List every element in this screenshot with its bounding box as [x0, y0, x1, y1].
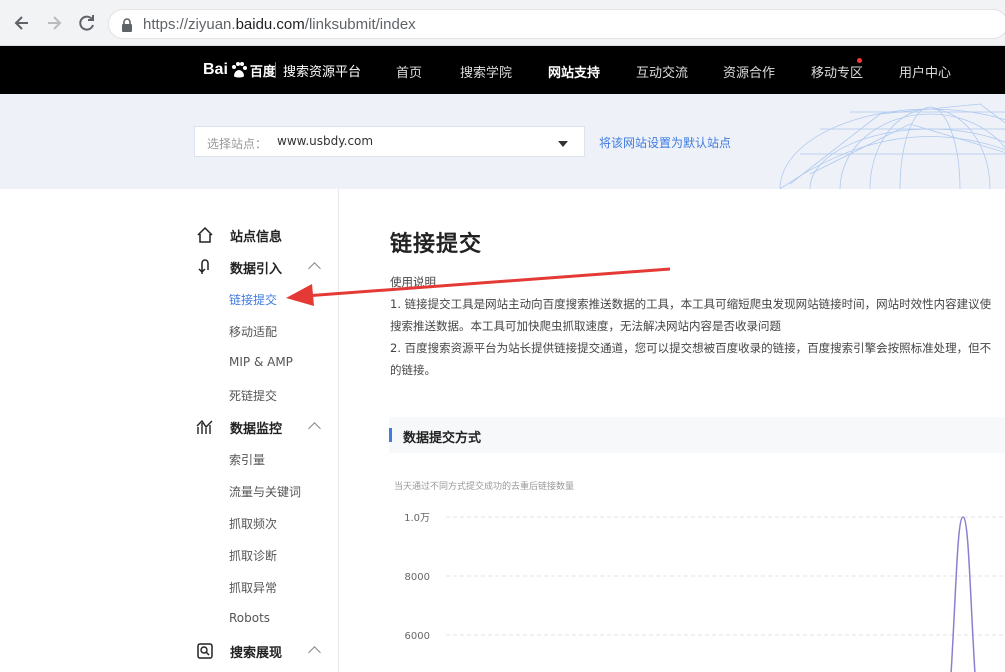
monitor-icon	[196, 419, 213, 434]
usage-line: 搜索推送数据。本工具可加快爬虫抓取速度，无法解决网站内容是否收录问题	[390, 319, 781, 333]
notification-dot	[857, 58, 862, 63]
panel-title: 数据提交方式	[403, 431, 482, 446]
baidu-logo[interactable]: Bai 百度	[203, 59, 276, 81]
sidebar-item-crawl-frequency[interactable]: 抓取频次	[229, 515, 277, 532]
y-tick-label: 6000	[405, 631, 430, 642]
chevron-up-icon[interactable]	[308, 262, 321, 275]
browser-toolbar: https://ziyuan.baidu.com/linksubmit/inde…	[0, 0, 1005, 46]
platform-title: 搜索资源平台	[283, 65, 362, 80]
top-navigation: Bai 百度 搜索资源平台 首页 搜索学院 网站支持 互动交流 资源合作 移动专…	[0, 46, 1005, 94]
set-default-site-link[interactable]: 将该网站设置为默认站点	[599, 134, 731, 151]
nav-user-center[interactable]: 用户中心	[899, 62, 951, 81]
address-bar[interactable]: https://ziyuan.baidu.com/linksubmit/inde…	[108, 9, 1005, 39]
submission-chart: 1.0万 8000 6000	[404, 513, 1005, 672]
y-tick-label: 8000	[405, 572, 430, 583]
search-display-icon	[197, 643, 213, 659]
sidebar-section-data-monitor[interactable]: 数据监控	[196, 416, 326, 438]
reload-icon[interactable]	[77, 13, 97, 33]
globe-decoration	[779, 103, 1005, 189]
paw-icon	[231, 62, 247, 78]
chevron-up-icon[interactable]	[308, 646, 321, 659]
home-icon	[197, 226, 213, 243]
nav-site-support[interactable]: 网站支持	[548, 62, 600, 81]
nav-interaction[interactable]: 互动交流	[636, 62, 688, 81]
usage-line: 的链接。	[390, 363, 436, 377]
data-import-icon	[198, 259, 209, 274]
sidebar-section-search-display[interactable]: 搜索展现	[196, 640, 326, 662]
sidebar-item-link-submit[interactable]: 链接提交	[229, 291, 277, 308]
url-text: https://ziyuan.baidu.com/linksubmit/inde…	[143, 16, 416, 33]
site-selector-band: 选择站点： www.usbdy.com 将该网站设置为默认站点	[0, 94, 1005, 189]
sidebar-item-mobile-adapt[interactable]: 移动适配	[229, 323, 277, 340]
sidebar-item-index-volume[interactable]: 索引量	[229, 451, 265, 468]
site-select[interactable]: 选择站点： www.usbdy.com	[194, 126, 585, 157]
sidebar-item-robots[interactable]: Robots	[229, 611, 270, 625]
usage-instructions: 使用说明 1. 链接提交工具是网站主动向百度搜索推送数据的工具，本工具可缩短爬虫…	[390, 271, 991, 381]
y-tick-label: 1.0万	[404, 513, 430, 524]
submission-methods-panel-header: 数据提交方式	[389, 417, 1005, 453]
chart-caption: 当天通过不同方式提交成功的去重后链接数量	[394, 482, 575, 492]
sidebar-item-crawl-errors[interactable]: 抓取异常	[229, 579, 277, 596]
sidebar-item-mip-amp[interactable]: MIP & AMP	[229, 355, 293, 369]
panel-accent-bar	[389, 428, 392, 442]
sidebar-item-traffic-keywords[interactable]: 流量与关键词	[229, 483, 301, 500]
brand-divider	[275, 62, 276, 78]
nav-mobile-zone[interactable]: 移动专区	[811, 62, 863, 81]
chart-series-line	[950, 516, 976, 672]
usage-heading: 使用说明	[390, 275, 436, 289]
back-icon[interactable]	[12, 13, 32, 33]
sidebar-section-site-info[interactable]: 站点信息	[196, 224, 326, 246]
page-title: 链接提交	[390, 232, 483, 257]
nav-search-academy[interactable]: 搜索学院	[460, 62, 512, 81]
nav-resource-cooperation[interactable]: 资源合作	[723, 62, 775, 81]
chevron-up-icon[interactable]	[308, 422, 321, 435]
usage-line: 2. 百度搜索资源平台为站长提供链接提交通道，您可以提交想被百度收录的链接，百度…	[390, 341, 992, 355]
caret-down-icon	[558, 141, 568, 147]
site-select-value: www.usbdy.com	[277, 134, 374, 148]
sidebar-section-data-import[interactable]: 数据引入	[196, 256, 326, 278]
forward-icon[interactable]	[44, 13, 64, 33]
lock-icon	[122, 18, 132, 32]
sidebar-item-crawl-diagnosis[interactable]: 抓取诊断	[229, 547, 277, 564]
site-select-label: 选择站点：	[207, 137, 268, 151]
usage-line: 1. 链接提交工具是网站主动向百度搜索推送数据的工具，本工具可缩短爬虫发现网站链…	[390, 297, 992, 311]
sidebar-item-dead-link[interactable]: 死链提交	[229, 387, 277, 404]
nav-home[interactable]: 首页	[396, 62, 422, 81]
